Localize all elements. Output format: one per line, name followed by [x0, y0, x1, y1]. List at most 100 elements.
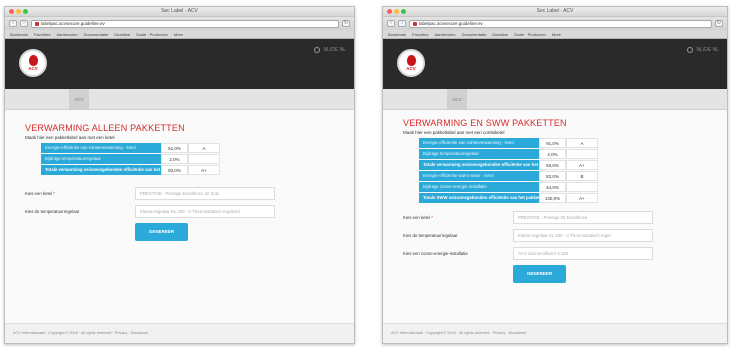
thermostat-select[interactable]: Klasse regelaar KL 200 · V Thermostatisc…	[135, 205, 275, 218]
bookmark-item[interactable]: Aanbevolen	[434, 32, 455, 37]
table-row: Energie-efficiëntie van ruimteverwarming…	[419, 138, 707, 148]
title-bar: Sec Label · ACV	[5, 7, 354, 17]
page-footer: ACV Internationaal · Copyright © 2016 · …	[383, 323, 727, 343]
window-title: Sec Label · ACV	[161, 8, 198, 14]
table-row: Energie-efficiëntie van ruimteverwarming…	[41, 143, 334, 153]
bookmark-item[interactable]: Scale · Producten	[514, 32, 546, 37]
bookmark-item[interactable]: Aanbevolen	[56, 32, 77, 37]
acv-logo[interactable]: ACV	[397, 49, 425, 77]
table-row: Bijdrage temperatuurregelaar 2,0%	[419, 149, 707, 159]
row-value: 91,0%	[161, 143, 188, 153]
row-class	[188, 154, 220, 164]
row-value: 2,0%	[161, 154, 188, 164]
bookmark-item[interactable]: Documentatie	[462, 32, 487, 37]
address-bar[interactable]: labelpac.acvsecure.guideline.ev	[409, 19, 712, 28]
bookmark-item[interactable]: Bookmark	[388, 32, 406, 37]
row-label: Energie-efficiëntie van ruimteverwarming…	[419, 138, 539, 148]
title-bar: Sec Label · ACV	[383, 7, 727, 17]
generate-button[interactable]: GENEREER	[135, 223, 188, 241]
tab-acv[interactable]: ACV	[447, 89, 467, 110]
row-value: 44,0%	[539, 182, 566, 192]
page-title: VERWARMING ALLEEN PAKKETTEN	[25, 123, 185, 133]
globe-icon	[687, 47, 694, 53]
row-label: Bijdrage zonne-energie-installatie	[419, 182, 539, 192]
row-value: 2,0%	[539, 149, 566, 159]
field-label: Kies een zonne-energie-installatie	[403, 251, 468, 256]
row-class	[566, 149, 598, 159]
back-icon[interactable]: ‹	[9, 20, 17, 27]
page-subtitle: Maak hier een pakketlabel aan met een ke…	[25, 135, 115, 140]
lock-icon	[413, 21, 417, 26]
language-selector[interactable]: NL/DE NL	[687, 47, 719, 53]
row-class: B	[566, 171, 598, 181]
main-content: VERWARMING EN SWW PAKKETTEN Maak hier ee…	[383, 118, 727, 283]
row-label: Energie-efficiëntie van ruimteverwarming…	[41, 143, 161, 153]
boiler-select[interactable]: PRESTIGE · Prestige Excellence 32 Solo	[135, 187, 275, 200]
generate-button[interactable]: GENEREER	[513, 265, 566, 283]
form: Kies een ketel * PRESTIGE · Prestige 32 …	[403, 211, 707, 283]
row-class: A+	[566, 160, 598, 170]
row-label: Totale SWW seizoensgebonden efficiëntie …	[419, 193, 539, 203]
browser-window-heating-only: Sec Label · ACV ‹ › labelpac.acvsecure.g…	[4, 6, 355, 344]
bookmark-item[interactable]: More	[174, 32, 183, 37]
table-row: Totale verwarming seizoensgebonden effic…	[419, 160, 707, 170]
thermostat-select[interactable]: Klasse regelaar KL 200 · V Thermostatisc…	[513, 229, 653, 242]
site-header: ACV NL/DE NL	[5, 39, 354, 89]
row-value: 82,0%	[539, 171, 566, 181]
browser-toolbar: ‹ › labelpac.acvsecure.guideline.ev ↻	[383, 17, 727, 30]
field-label: Kies een ketel *	[403, 215, 513, 220]
table-row: Energie-efficiëntie warm water - ketel 8…	[419, 171, 707, 181]
form-row-thermostat: Kies de temperatuurregelaar Klasse regel…	[403, 229, 707, 242]
row-value: 93,0%	[539, 160, 566, 170]
field-label-text: Kies een ketel	[403, 215, 430, 220]
bookmark-item[interactable]: Documentatie	[84, 32, 109, 37]
bookmark-item[interactable]: More	[552, 32, 561, 37]
table-row: Bijdrage temperatuurregelaar 2,0%	[41, 154, 334, 164]
forward-icon[interactable]: ›	[20, 20, 28, 27]
bookmark-item[interactable]: Deadline	[114, 32, 130, 37]
site-header: ACV NL/DE NL	[383, 39, 727, 89]
language-selector[interactable]: NL/DE NL	[314, 47, 346, 53]
flame-icon	[28, 55, 38, 66]
logo-text: ACV	[28, 66, 38, 71]
row-class: A+	[188, 165, 220, 175]
table-row: Totale SWW seizoensgebonden efficiëntie …	[419, 193, 707, 203]
row-label: Totale verwarming seizoensgebonden effic…	[419, 160, 539, 170]
bookmark-item[interactable]: Bookmark	[10, 32, 28, 37]
back-icon[interactable]: ‹	[387, 20, 395, 27]
forward-icon[interactable]: ›	[398, 20, 406, 27]
acv-logo[interactable]: ACV	[19, 49, 47, 77]
globe-icon	[314, 47, 321, 53]
tab-acv[interactable]: ACV	[69, 89, 89, 110]
efficiency-table: Energie-efficiëntie van ruimteverwarming…	[419, 138, 707, 203]
url-text: labelpac.acvsecure.guideline.ev	[419, 21, 483, 26]
boiler-select[interactable]: PRESTIGE · Prestige 32 Excellence	[513, 211, 653, 224]
table-row: Bijdrage zonne-energie-installatie 44,0%	[419, 182, 707, 192]
row-label: Energie-efficiëntie warm water - ketel	[419, 171, 539, 181]
bookmarks-bar: Bookmark Favorites Aanbevolen Documentat…	[383, 30, 727, 39]
reload-icon[interactable]: ↻	[342, 20, 350, 27]
row-label: Bijdrage temperatuurregelaar	[419, 149, 539, 159]
required-marker: *	[53, 191, 55, 196]
field-label: Kies de temperatuurregelaar	[403, 233, 458, 238]
form-row-solar: Kies een zonne-energie-installatie ACV Z…	[403, 247, 707, 260]
row-class: A+	[566, 193, 598, 203]
form-row-boiler: Kies een ketel * PRESTIGE · Prestige 32 …	[403, 211, 707, 224]
sub-navigation: ACV	[383, 89, 727, 110]
bookmark-item[interactable]: Favorites	[412, 32, 428, 37]
row-class: A	[566, 138, 598, 148]
page-title: VERWARMING EN SWW PAKKETTEN	[403, 118, 567, 128]
flame-icon	[406, 55, 416, 66]
bookmark-item[interactable]: Deadline	[492, 32, 508, 37]
reload-icon[interactable]: ↻	[715, 20, 723, 27]
required-marker: *	[431, 215, 433, 220]
field-label-text: Kies een ketel	[25, 191, 52, 196]
row-value: 130,0%	[539, 193, 566, 203]
solar-select[interactable]: ACV Zonnecollector 2.150	[513, 247, 653, 260]
bookmarks-bar: Bookmark Favorites Aanbevolen Documentat…	[5, 30, 354, 39]
bookmark-item[interactable]: Favorites	[34, 32, 50, 37]
bookmark-item[interactable]: Scale · Producten	[136, 32, 168, 37]
language-label: NL/DE NL	[323, 47, 346, 53]
language-label: NL/DE NL	[696, 47, 719, 53]
address-bar[interactable]: labelpac.acvsecure.guideline.ev	[31, 19, 339, 28]
